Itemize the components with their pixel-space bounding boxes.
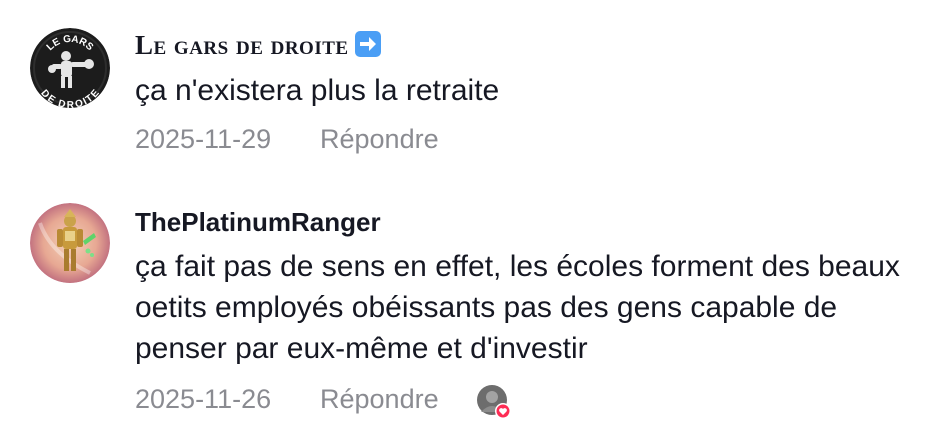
ranger-avatar-image bbox=[30, 203, 110, 283]
comment-meta: 2025-11-26 Répondre bbox=[135, 384, 439, 415]
avatar[interactable] bbox=[30, 203, 110, 283]
comment-text: ça fait pas de sens en effet, les écoles… bbox=[135, 250, 900, 365]
comment-username[interactable]: ThePlatinumRanger bbox=[135, 207, 381, 238]
comment-item: ThePlatinumRanger ça fait pas de sens en… bbox=[0, 0, 928, 436]
creator-avatar-heart-icon bbox=[477, 385, 511, 419]
reply-button[interactable]: Répondre bbox=[320, 384, 439, 415]
comment-date: 2025-11-26 bbox=[135, 384, 272, 414]
creator-liked-indicator bbox=[476, 384, 511, 419]
